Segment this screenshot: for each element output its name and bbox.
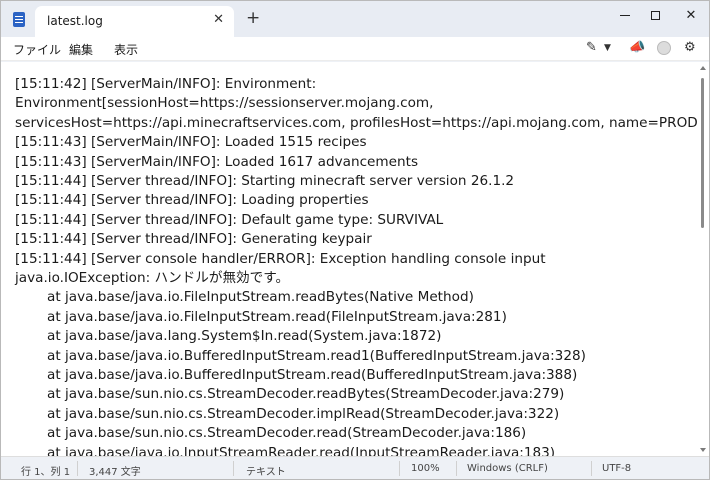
status-bar: 行 1、列 1 3,447 文字 テキスト 100% Windows (CRLF… (1, 456, 709, 479)
stack-trace-line: at java.base/java.io.BufferedInputStream… (47, 367, 578, 383)
status-divider (591, 461, 592, 476)
menu-edit[interactable]: 編集 (69, 41, 93, 58)
stack-trace-line: at java.base/java.io.FileInputStream.rea… (47, 309, 507, 325)
settings-gear-icon[interactable]: ⚙ (684, 40, 696, 55)
close-window-button[interactable]: ✕ (676, 5, 706, 27)
minimize-button[interactable] (610, 5, 640, 27)
vertical-scrollbar[interactable] (697, 62, 709, 456)
text-editor[interactable]: [15:11:42] [ServerMain/INFO]: Environmen… (1, 62, 697, 456)
cursor-position[interactable]: 行 1、列 1 (21, 463, 70, 478)
notepad-window: latest.log ✕ + ✕ ファイル 編集 表示 ✎ ▼ 📣 ⚙ [15:… (0, 0, 710, 480)
stack-trace-line: at java.base/sun.nio.cs.StreamDecoder.re… (47, 386, 565, 402)
status-divider (456, 461, 457, 476)
tab-close-icon[interactable]: ✕ (213, 12, 224, 27)
new-tab-button[interactable]: + (246, 9, 260, 27)
stack-trace-line: at java.base/java.io.InputStreamReader.r… (47, 445, 556, 456)
status-divider (233, 461, 234, 476)
zoom-level[interactable]: 100% (411, 463, 440, 474)
log-line: [15:11:44] [Server console handler/ERROR… (15, 251, 546, 267)
stack-trace-line: at java.base/sun.nio.cs.StreamDecoder.re… (47, 425, 527, 441)
menu-bar: ファイル 編集 表示 ✎ ▼ 📣 ⚙ (1, 37, 709, 61)
minimize-icon (620, 15, 630, 16)
chevron-down-icon[interactable]: ▼ (604, 43, 611, 53)
encoding[interactable]: UTF-8 (602, 463, 631, 474)
line-ending[interactable]: Windows (CRLF) (467, 463, 548, 474)
log-line: [15:11:42] [ServerMain/INFO]: Environmen… (15, 76, 317, 92)
log-line: [15:11:44] [Server thread/INFO]: Generat… (15, 231, 372, 247)
stack-trace-line: at java.base/sun.nio.cs.StreamDecoder.im… (47, 406, 560, 422)
stack-trace-line: at java.base/java.io.BufferedInputStream… (47, 348, 586, 364)
maximize-icon (650, 11, 660, 20)
log-line: [15:11:44] [Server thread/INFO]: Startin… (15, 173, 515, 189)
log-line: servicesHost=https://api.minecraftservic… (15, 115, 697, 131)
status-divider (399, 461, 400, 476)
maximize-button[interactable] (640, 5, 670, 27)
log-line: [15:11:43] [ServerMain/INFO]: Loaded 151… (15, 134, 367, 150)
log-line: java.io.IOException: ハンドルが無効です。 (15, 270, 290, 286)
stack-trace-line: at java.base/java.lang.System$In.read(Sy… (47, 328, 442, 344)
log-line: [15:11:43] [ServerMain/INFO]: Loaded 161… (15, 154, 419, 170)
status-divider (77, 461, 78, 476)
stack-trace-line: at java.base/java.io.FileInputStream.rea… (47, 289, 474, 305)
character-count: 3,447 文字 (89, 467, 141, 478)
scroll-up-arrow-icon[interactable] (700, 66, 706, 70)
account-avatar-icon[interactable] (657, 41, 671, 55)
tab-latest-log[interactable]: latest.log ✕ (35, 6, 234, 37)
title-bar: latest.log ✕ + ✕ (1, 1, 709, 37)
menu-file[interactable]: ファイル (13, 41, 61, 58)
scrollbar-thumb[interactable] (701, 78, 704, 228)
log-line: [15:11:44] [Server thread/INFO]: Default… (15, 212, 444, 228)
notepad-app-icon (13, 12, 25, 27)
scroll-down-arrow-icon[interactable] (700, 448, 706, 452)
log-line: Environment[sessionHost=https://sessions… (15, 95, 434, 111)
announcement-icon[interactable]: 📣 (629, 40, 645, 55)
text-mode[interactable]: テキスト (246, 463, 286, 478)
log-line: [15:11:44] [Server thread/INFO]: Loading… (15, 192, 369, 208)
tab-title: latest.log (47, 14, 103, 28)
menu-view[interactable]: 表示 (114, 41, 138, 58)
copilot-icon[interactable]: ✎ (586, 40, 597, 55)
